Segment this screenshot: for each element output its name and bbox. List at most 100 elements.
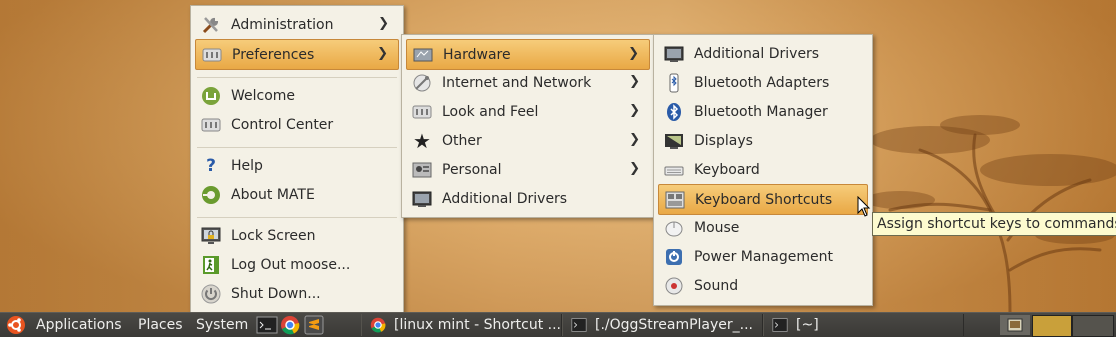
taskbar-button[interactable]: [./OggStreamPlayer_... [562,314,763,336]
power-icon [201,284,221,304]
menu-separator [197,77,397,78]
menu-item-label: Log Out moose... [231,256,351,273]
preferences-icon [202,45,222,65]
menu-item-keyboard-shortcuts[interactable]: Keyboard Shortcuts [658,184,868,215]
menu-item-label: Administration [231,16,334,33]
display-icon [664,131,684,151]
bluetooth-icon [664,102,684,122]
menu-item-bluetooth-adapters[interactable]: Bluetooth Adapters [658,68,868,97]
taskbar-button-label: [./OggStreamPlayer_... [595,317,753,333]
menu-item-label: Preferences [232,46,315,63]
mate-logo-icon [201,185,221,205]
menu-item-bluetooth-manager[interactable]: Bluetooth Manager [658,97,868,126]
chevron-right-icon: ❯ [629,161,640,176]
menu-item-about-mate[interactable]: About MATE [195,180,399,209]
menu-item-shut-down[interactable]: Shut Down... [195,279,399,308]
taskbar-button[interactable]: [linux mint - Shortcut ... [361,314,562,336]
menu-item-mouse[interactable]: Mouse [658,213,868,242]
system-label: System [196,317,249,333]
chevron-right-icon: ❯ [378,16,389,31]
show-desktop-button[interactable] [1000,315,1030,335]
menu-item-other[interactable]: ★ Other ❯ [406,126,650,155]
keyboard-icon [664,160,684,180]
menu-item-label: Sound [694,277,739,294]
menu-item-additional-drivers[interactable]: Additional Drivers [658,39,868,68]
menu-item-control-center[interactable]: Control Center [195,110,399,139]
menu-item-personal[interactable]: Personal ❯ [406,155,650,184]
menu-item-preferences[interactable]: Preferences ❯ [195,39,399,70]
chromium-icon [370,317,386,333]
taskbar-button[interactable]: [~] [763,314,964,336]
menu-item-log-out[interactable]: Log Out moose... [195,250,399,279]
hardware-submenu: Additional Drivers Bluetooth Adapters Bl… [653,34,873,306]
chevron-right-icon: ❯ [629,103,640,118]
launcher-sublime[interactable] [304,313,324,337]
menu-item-label: About MATE [231,186,315,203]
menu-item-help[interactable]: ? Help [195,151,399,180]
menu-item-sound[interactable]: Sound [658,271,868,300]
keyboard-shortcuts-icon [665,190,685,210]
launcher-chromium[interactable] [280,313,300,337]
menu-item-label: Welcome [231,87,296,104]
menu-item-lock-screen[interactable]: Lock Screen [195,221,399,250]
menu-item-label: Control Center [231,116,334,133]
chevron-right-icon: ❯ [629,132,640,147]
menu-item-hardware[interactable]: Hardware ❯ [406,39,650,70]
menu-item-label: Keyboard [694,161,760,178]
menu-item-label: Bluetooth Manager [694,103,828,120]
menu-item-power-management[interactable]: Power Management [658,242,868,271]
menu-item-additional-drivers[interactable]: Additional Drivers [406,184,650,213]
administration-icon [201,15,221,35]
menu-item-keyboard[interactable]: Keyboard [658,155,868,184]
mint-menu-icon [7,316,25,334]
menu-separator [197,217,397,218]
preferences-submenu: Hardware ❯ Internet and Network ❯ Look a… [401,34,655,218]
workspace-switcher[interactable] [1032,315,1072,337]
menu-item-label: Hardware [443,46,511,63]
look-and-feel-icon [412,102,432,122]
menu-item-label: Lock Screen [231,227,316,244]
menu-item-label: Other [442,132,482,149]
menu-item-displays[interactable]: Displays [658,126,868,155]
launcher-terminal[interactable] [256,313,278,337]
places-menu-button[interactable]: Places [138,313,183,337]
terminal-icon [571,318,587,332]
taskbar-button-label: [~] [796,317,819,333]
menu-item-label: Displays [694,132,753,149]
menu-item-welcome[interactable]: Welcome [195,81,399,110]
star-icon: ★ [413,128,431,153]
menu-item-label: Power Management [694,248,834,265]
menu-item-label: Internet and Network [442,74,592,91]
taskbar-button-label: [linux mint - Shortcut ... [394,317,561,333]
system-menu: Administration ❯ Preferences ❯ Welcome C… [190,5,404,313]
applications-label: Applications [36,317,122,333]
drivers-icon [412,189,432,209]
menu-item-look-and-feel[interactable]: Look and Feel ❯ [406,97,650,126]
lock-screen-icon [201,226,221,246]
menu-item-label: Additional Drivers [442,190,568,207]
applications-menu-button[interactable]: Applications [6,313,122,337]
menu-item-label: Keyboard Shortcuts [695,191,833,208]
menu-item-internet-and-network[interactable]: Internet and Network ❯ [406,68,650,97]
menu-item-label: Mouse [694,219,740,236]
system-menu-button[interactable]: System [196,313,248,337]
mint-logo-icon [201,86,221,106]
help-icon: ? [206,155,216,176]
mouse-icon [664,218,684,238]
bluetooth-adapter-icon [664,73,684,93]
drivers-icon [664,44,684,64]
menu-item-label: Personal [442,161,502,178]
workspace-switcher-2[interactable] [1072,315,1114,337]
power-management-icon [664,247,684,267]
sound-icon [664,276,684,296]
chevron-right-icon: ❯ [628,46,639,61]
mouse-pointer-icon [857,196,871,217]
chevron-right-icon: ❯ [377,46,388,61]
terminal-icon [256,316,278,334]
log-out-icon [201,255,221,275]
terminal-icon [772,318,788,332]
menu-item-label: Bluetooth Adapters [694,74,830,91]
menu-item-administration[interactable]: Administration ❯ [195,10,399,39]
chevron-right-icon: ❯ [629,74,640,89]
menu-item-label: Additional Drivers [694,45,820,62]
